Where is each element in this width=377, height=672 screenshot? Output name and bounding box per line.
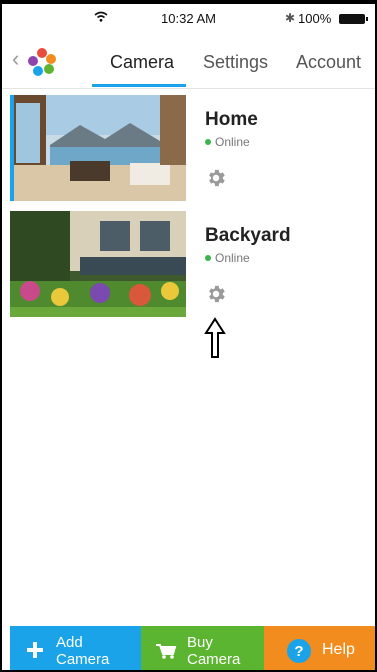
- add-camera-button[interactable]: Add Camera: [10, 626, 141, 670]
- status-bar: 10:32 AM ✱ 100%: [2, 4, 375, 32]
- top-nav: ‹ Camera Settings Account: [2, 34, 375, 89]
- help-button[interactable]: ? Help: [264, 626, 375, 670]
- bottom-action-bar: Add Camera Buy Camera ? Help: [2, 626, 375, 670]
- gear-icon[interactable]: [205, 167, 227, 189]
- tab-settings[interactable]: Settings: [203, 52, 268, 73]
- camera-status-text: Online: [215, 135, 250, 149]
- app-screen: 10:32 AM ✱ 100% ‹ Camera Settings Accoun…: [0, 0, 377, 672]
- camera-status-text: Online: [215, 251, 250, 265]
- camera-thumbnail-backyard[interactable]: [10, 211, 186, 317]
- help-icon: ?: [287, 639, 311, 663]
- app-logo-icon: [28, 48, 56, 76]
- camera-name: Home: [205, 109, 258, 130]
- buy-camera-button[interactable]: Buy Camera: [141, 626, 264, 670]
- camera-thumbnail-home[interactable]: [10, 95, 186, 201]
- selected-indicator: [10, 95, 14, 201]
- cart-icon: [156, 644, 177, 659]
- up-arrow-icon: [204, 317, 226, 358]
- battery-icon: [339, 14, 368, 24]
- help-label: Help: [322, 641, 355, 658]
- tab-camera[interactable]: Camera: [110, 52, 174, 73]
- camera-name: Backyard: [205, 225, 291, 246]
- add-camera-label-line2: Camera: [56, 651, 110, 668]
- plus-icon: [27, 642, 43, 658]
- gear-icon[interactable]: [205, 283, 227, 305]
- camera-status: Online: [205, 251, 250, 265]
- camera-list-item[interactable]: Backyard Online: [10, 211, 375, 317]
- camera-status: Online: [205, 135, 250, 149]
- buy-camera-label-line1: Buy: [187, 634, 213, 651]
- active-tab-indicator: [92, 84, 186, 87]
- camera-list-item[interactable]: Home Online: [10, 95, 375, 201]
- bluetooth-icon: ✱: [285, 11, 296, 25]
- online-dot-icon: [205, 139, 211, 145]
- battery-percent: 100%: [298, 11, 332, 26]
- chevron-left-icon[interactable]: ‹: [12, 48, 19, 70]
- add-camera-label-line1: Add: [56, 634, 83, 651]
- online-dot-icon: [205, 255, 211, 261]
- svg-text:?: ?: [294, 643, 303, 660]
- tab-account[interactable]: Account: [296, 52, 361, 73]
- buy-camera-label-line2: Camera: [187, 651, 241, 668]
